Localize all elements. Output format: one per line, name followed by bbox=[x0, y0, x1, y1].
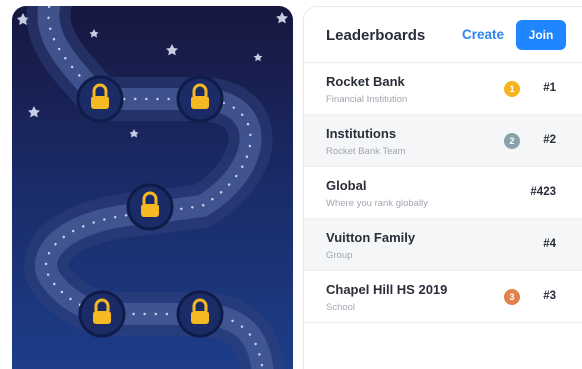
star-icon bbox=[89, 29, 99, 38]
level-node-2[interactable] bbox=[176, 75, 224, 123]
star-icon bbox=[276, 12, 288, 24]
star-icon bbox=[253, 53, 263, 62]
leaderboard-subtitle: Rocket Bank Team bbox=[326, 146, 406, 157]
leaderboard-row[interactable]: Rocket Bank Financial Institution 1 #1 bbox=[304, 63, 582, 115]
leaderboard-name: Institutions bbox=[326, 126, 397, 141]
leaderboard-subtitle: Where you rank globally bbox=[326, 198, 428, 209]
app-screen: Leaderboards Create Join Rocket Bank Fin… bbox=[0, 0, 582, 369]
leaderboard-name: Rocket Bank bbox=[326, 74, 405, 89]
leaderboard-name: Global bbox=[326, 178, 367, 193]
medal-badge: 1 bbox=[504, 81, 520, 97]
rank-label: #423 bbox=[530, 186, 556, 198]
leaderboards-panel: Leaderboards Create Join Rocket Bank Fin… bbox=[303, 6, 582, 369]
leaderboard-row[interactable]: Vuitton Family Group #4 bbox=[304, 219, 582, 271]
medal-badge: 2 bbox=[504, 133, 520, 149]
medal-badge: 3 bbox=[504, 289, 520, 305]
leaderboard-subtitle: Group bbox=[326, 250, 353, 261]
star-icon bbox=[166, 44, 178, 56]
leaderboard-row[interactable]: Global Where you rank globally #423 bbox=[304, 167, 582, 219]
page-title: Leaderboards bbox=[326, 27, 426, 44]
level-node-1[interactable] bbox=[76, 75, 124, 123]
rank-label: #2 bbox=[543, 134, 556, 146]
level-node-5[interactable] bbox=[176, 290, 224, 338]
map-canvas bbox=[17, 6, 288, 369]
leaderboard-subtitle: School bbox=[326, 302, 356, 313]
level-node-4[interactable] bbox=[78, 290, 126, 338]
leaderboard-subtitle: Financial Institution bbox=[326, 94, 408, 105]
level-node-3[interactable] bbox=[126, 183, 174, 231]
leaderboard-name: Vuitton Family bbox=[326, 230, 416, 245]
leaderboard-row[interactable]: Chapel Hill HS 2019 School 3 #3 bbox=[304, 271, 582, 323]
rank-label: #3 bbox=[543, 290, 556, 302]
join-button[interactable]: Join bbox=[516, 20, 566, 50]
leaderboards-header: Leaderboards Create Join bbox=[304, 7, 582, 63]
leaderboard-name: Chapel Hill HS 2019 bbox=[326, 282, 448, 297]
star-icon bbox=[28, 106, 40, 118]
progress-map bbox=[12, 6, 293, 369]
rank-label: #4 bbox=[543, 238, 556, 250]
rank-label: #1 bbox=[543, 82, 556, 94]
star-icon bbox=[129, 129, 139, 138]
leaderboard-row[interactable]: Institutions Rocket Bank Team 2 #2 bbox=[304, 115, 582, 167]
create-button[interactable]: Create bbox=[462, 27, 504, 42]
